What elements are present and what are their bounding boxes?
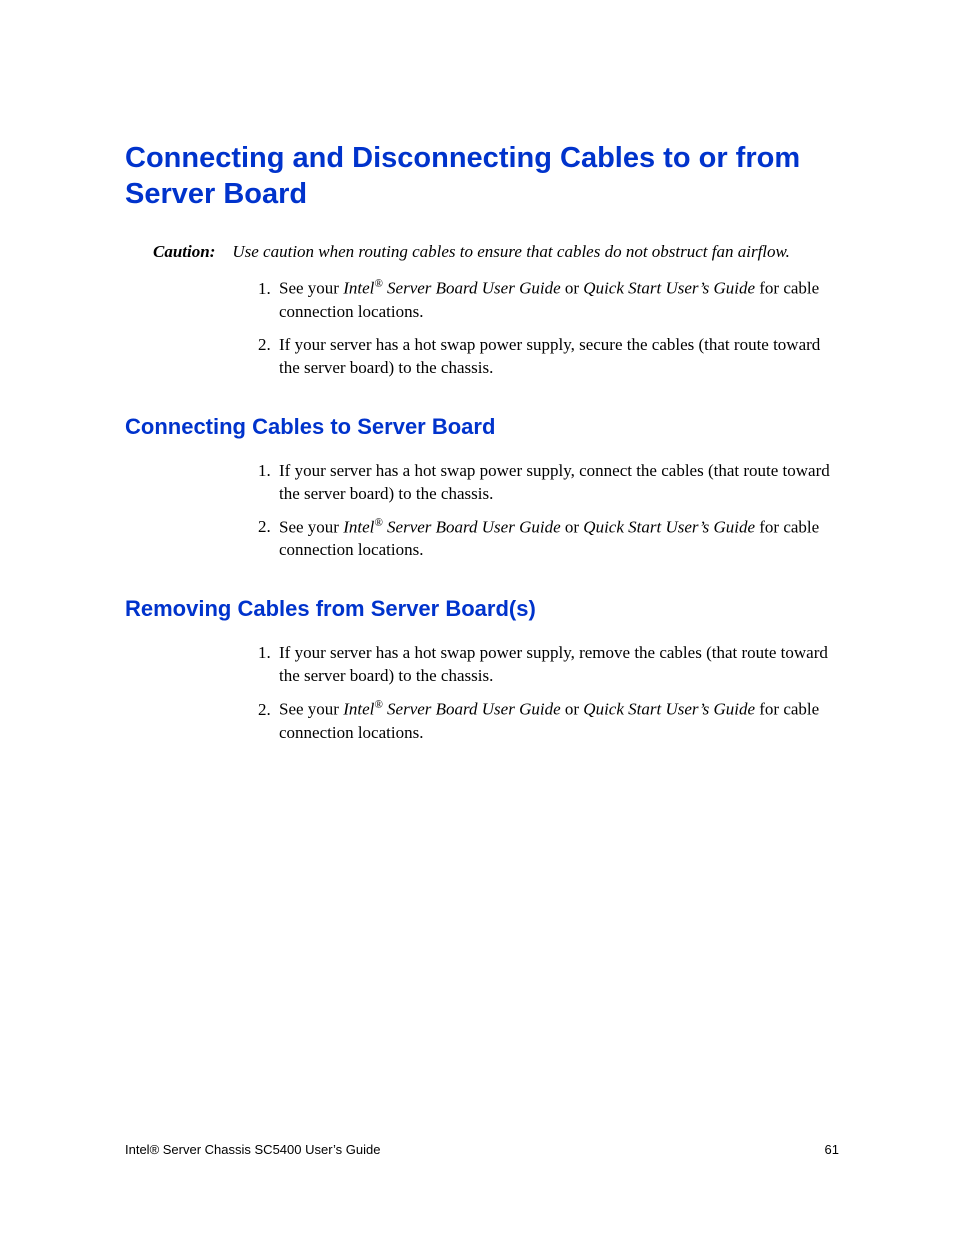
registered-mark: ®	[374, 278, 382, 290]
intro-list-item-2: If your server has a hot swap power supp…	[275, 334, 839, 380]
guide-name: Server Board User Guide	[383, 517, 561, 536]
text-frag: See your	[279, 279, 343, 298]
section-heading-connect: Connecting Cables to Server Board	[125, 414, 839, 440]
text-frag: or	[561, 517, 584, 536]
brand-name: Intel	[343, 700, 374, 719]
intro-list-item-1: See your Intel® Server Board User Guide …	[275, 277, 839, 324]
registered-mark: ®	[374, 517, 382, 529]
remove-list-item-1: If your server has a hot swap power supp…	[275, 642, 839, 688]
text-frag: See your	[279, 700, 343, 719]
brand-name: Intel	[343, 517, 374, 536]
guide-name: Server Board User Guide	[383, 279, 561, 298]
page-title: Connecting and Disconnecting Cables to o…	[125, 140, 839, 213]
page-footer: Intel® Server Chassis SC5400 User’s Guid…	[125, 1142, 839, 1157]
caution-block: Caution: Use caution when routing cables…	[153, 241, 839, 264]
connect-list-item-1: If your server has a hot swap power supp…	[275, 460, 839, 506]
connect-list-item-2: See your Intel® Server Board User Guide …	[275, 516, 839, 563]
registered-mark: ®	[374, 699, 382, 711]
remove-list: If your server has a hot swap power supp…	[245, 642, 839, 744]
guide-name: Server Board User Guide	[383, 700, 561, 719]
page-number: 61	[825, 1142, 839, 1157]
text-frag: or	[561, 279, 584, 298]
guide-name: Quick Start User’s Guide	[583, 279, 755, 298]
caution-label: Caution:	[153, 242, 215, 261]
caution-spacer	[220, 242, 229, 261]
section-heading-remove: Removing Cables from Server Board(s)	[125, 596, 839, 622]
text-frag: or	[561, 700, 584, 719]
remove-list-item-2: See your Intel® Server Board User Guide …	[275, 698, 839, 745]
guide-name: Quick Start User’s Guide	[583, 517, 755, 536]
guide-name: Quick Start User’s Guide	[583, 700, 755, 719]
brand-name: Intel	[343, 279, 374, 298]
connect-list: If your server has a hot swap power supp…	[245, 460, 839, 562]
footer-title: Intel® Server Chassis SC5400 User’s Guid…	[125, 1142, 381, 1157]
page: Connecting and Disconnecting Cables to o…	[0, 0, 954, 1235]
text-frag: See your	[279, 517, 343, 536]
intro-list: See your Intel® Server Board User Guide …	[245, 277, 839, 379]
caution-text: Use caution when routing cables to ensur…	[232, 242, 790, 261]
